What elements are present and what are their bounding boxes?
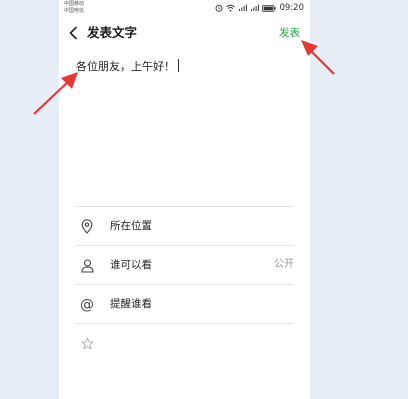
star-icon — [80, 336, 94, 351]
annotation-arrow-publish — [301, 40, 335, 75]
post-options: 所在位置 谁可以看 公开 @ 提醒谁看 — [76, 206, 294, 362]
signal-icon — [250, 4, 259, 12]
option-extra[interactable] — [76, 324, 294, 362]
annotation-arrow-text — [33, 72, 78, 115]
location-pin-icon — [80, 219, 94, 234]
page-title: 发表文字 — [87, 25, 138, 40]
at-icon: @ — [80, 296, 94, 313]
title-bar: 发表文字 发表 — [59, 22, 310, 44]
alarm-icon — [215, 4, 223, 12]
post-text-content: 各位朋友，上午好！ — [76, 60, 175, 73]
status-icons: 09:20 — [215, 3, 305, 13]
status-time: 09:20 — [279, 3, 305, 13]
option-location[interactable]: 所在位置 — [76, 207, 294, 245]
option-visibility-value: 公开 — [274, 259, 294, 270]
person-icon — [80, 258, 94, 273]
option-location-label: 所在位置 — [110, 220, 152, 232]
option-visibility-label: 谁可以看 — [110, 259, 152, 271]
phone-screen: 中国移动 中国电信 09:20 发表文字 发表 各位朋友，上午好！ 所在位置 谁… — [59, 0, 310, 399]
status-bar: 中国移动 中国电信 09:20 — [59, 0, 310, 18]
signal-icon — [238, 4, 247, 12]
wifi-icon — [225, 4, 235, 12]
text-cursor — [178, 59, 179, 72]
option-mention-label: 提醒谁看 — [110, 298, 152, 310]
carrier-2: 中国电信 — [64, 8, 85, 14]
option-mention[interactable]: @ 提醒谁看 — [76, 285, 294, 323]
post-text-input[interactable]: 各位朋友，上午好！ — [76, 57, 179, 77]
back-chevron-icon[interactable] — [67, 25, 81, 41]
battery-icon — [261, 4, 276, 12]
option-visibility[interactable]: 谁可以看 公开 — [76, 246, 294, 284]
carrier-1: 中国移动 — [64, 1, 85, 7]
